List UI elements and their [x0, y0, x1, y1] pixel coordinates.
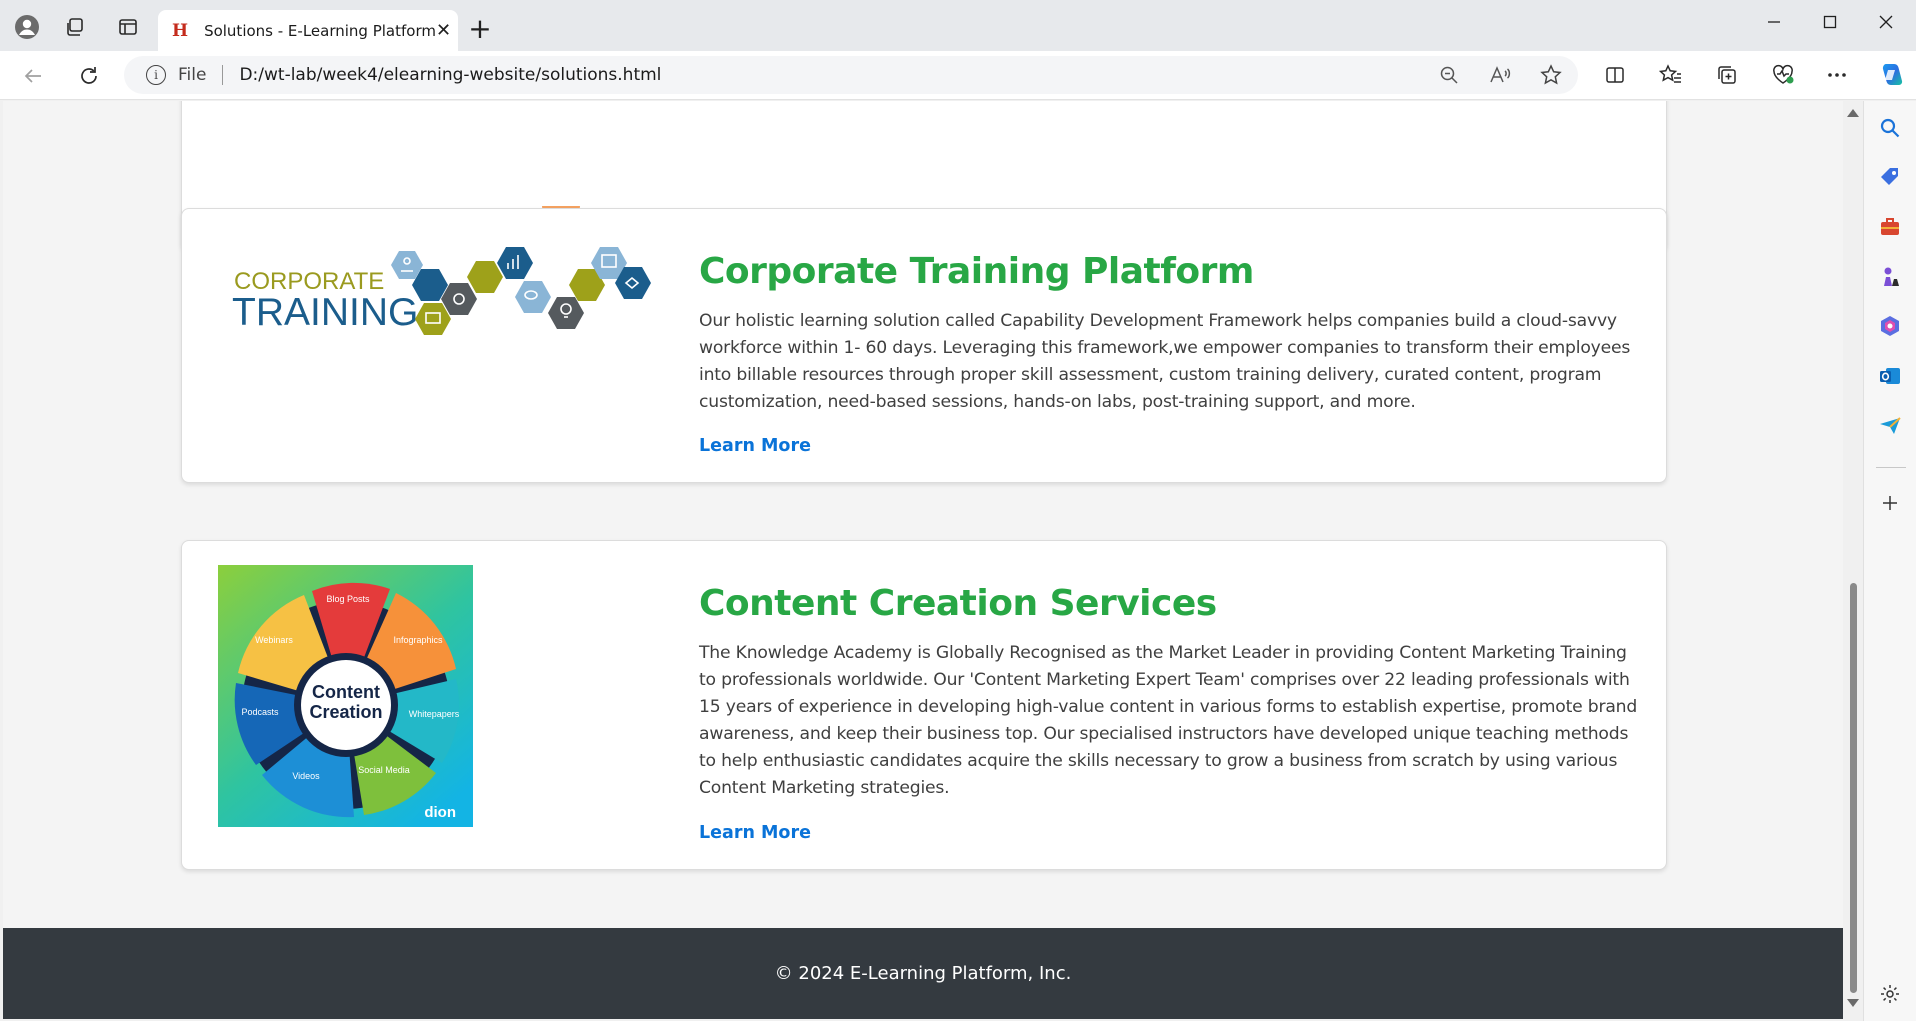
tab-favicon-icon: H [172, 20, 189, 41]
tab-actions-icon[interactable] [115, 14, 141, 40]
address-bar[interactable]: i File D:/wt-lab/week4/elearning-website… [124, 56, 1578, 94]
browser-title-bar: H Solutions - E-Learning Platform ✕ + [0, 0, 1916, 51]
back-arrow-icon[interactable] [18, 61, 48, 91]
outlook-icon[interactable] [1876, 362, 1904, 390]
page-footer: © 2024 E-Learning Platform, Inc. [3, 928, 1843, 1019]
site-info-icon[interactable]: i [146, 65, 166, 85]
svg-text:Blog Posts: Blog Posts [326, 594, 370, 604]
svg-text:Whitepapers: Whitepapers [409, 709, 460, 719]
svg-text:Webinars: Webinars [255, 635, 293, 645]
solution-card-content-creation: Content Creation Blog Posts Infographics… [181, 540, 1667, 870]
corporate-training-image: CORPORATE TRAINING [218, 239, 671, 349]
tab-title: Solutions - E-Learning Platform [204, 21, 436, 40]
sidebar-divider [1876, 467, 1906, 468]
url-divider [222, 65, 224, 85]
collections-icon[interactable] [1712, 60, 1742, 90]
split-screen-icon[interactable] [1600, 60, 1630, 90]
favorite-star-icon[interactable] [1538, 62, 1564, 88]
m365-icon[interactable] [1876, 312, 1904, 340]
content-creation-image: Content Creation Blog Posts Infographics… [218, 565, 473, 827]
tab-close-icon[interactable]: ✕ [436, 20, 451, 41]
new-tab-button[interactable]: + [466, 15, 494, 43]
browser-essentials-icon[interactable] [1768, 60, 1798, 90]
scroll-down-arrow-icon[interactable] [1847, 999, 1859, 1007]
copilot-icon[interactable] [1876, 60, 1906, 90]
tools-briefcase-icon[interactable] [1876, 213, 1904, 241]
search-icon[interactable] [1876, 114, 1904, 142]
profile-icon[interactable] [14, 14, 40, 40]
minimize-icon[interactable] [1752, 8, 1796, 36]
add-sidebar-app-icon[interactable] [1876, 489, 1904, 517]
card-title: Corporate Training Platform [699, 251, 1254, 292]
card-title: Content Creation Services [699, 583, 1217, 624]
favorites-icon[interactable] [1656, 60, 1686, 90]
scroll-up-arrow-icon[interactable] [1847, 109, 1859, 117]
training-caption: TRAINING [232, 291, 418, 334]
creation-center-label: Creation [309, 702, 382, 722]
card-description: Our holistic learning solution called Ca… [699, 311, 1631, 412]
url-scheme: File [178, 65, 207, 85]
edge-sidebar [1863, 101, 1916, 1021]
footer-copyright: © 2024 E-Learning Platform, Inc. [774, 963, 1072, 984]
svg-text:Infographics: Infographics [393, 635, 443, 645]
dion-brand: dion [424, 804, 456, 821]
svg-text:Videos: Videos [292, 771, 320, 781]
drop-send-icon[interactable] [1876, 412, 1904, 440]
refresh-icon[interactable] [74, 61, 104, 91]
learn-more-link[interactable]: Learn More [699, 823, 811, 843]
card-description: The Knowledge Academy is Globally Recogn… [699, 643, 1638, 798]
zoom-out-icon[interactable] [1436, 62, 1462, 88]
read-aloud-icon[interactable] [1487, 62, 1513, 88]
active-tab[interactable]: H Solutions - E-Learning Platform ✕ [158, 10, 458, 51]
workspaces-icon[interactable] [62, 14, 88, 40]
solution-card-corporate-training: CORPORATE TRAINING Corporate Training Pl… [181, 208, 1667, 483]
maximize-icon[interactable] [1808, 8, 1852, 36]
more-options-icon[interactable] [1822, 60, 1852, 90]
url-text[interactable]: D:/wt-lab/week4/elearning-website/soluti… [239, 65, 661, 85]
page-scrollbar[interactable] [1843, 101, 1863, 1019]
shopping-tag-icon[interactable] [1876, 163, 1904, 191]
sidebar-settings-gear-icon[interactable] [1876, 980, 1904, 1008]
content-center-label: Content [312, 682, 380, 702]
close-window-icon[interactable] [1864, 8, 1908, 36]
learn-more-link[interactable]: Learn More [699, 436, 811, 456]
scrollbar-thumb[interactable] [1850, 583, 1857, 993]
page-viewport: CORPORATE TRAINING Corporate Training Pl… [3, 101, 1843, 1019]
games-chess-icon[interactable] [1876, 263, 1904, 291]
svg-text:Social Media: Social Media [358, 765, 410, 775]
svg-text:Podcasts: Podcasts [241, 707, 279, 717]
